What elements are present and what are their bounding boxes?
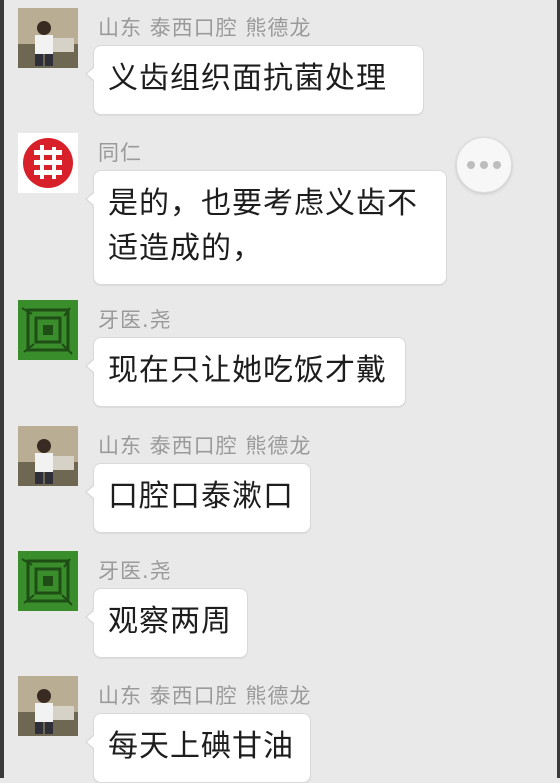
ellipsis-icon (467, 161, 475, 169)
avatar[interactable] (18, 133, 78, 193)
more-button[interactable] (456, 137, 512, 193)
message-bubble[interactable]: 是的，也要考虑义齿不 适造成的， (85, 170, 447, 285)
ellipsis-icon (480, 161, 488, 169)
avatar[interactable] (18, 300, 78, 360)
message-bubble[interactable]: 现在只让她吃饭才戴 (85, 337, 406, 407)
avatar[interactable] (18, 676, 78, 736)
message-bubble[interactable]: 口腔口泰漱口 (85, 463, 311, 533)
sender-name: 同仁 (98, 141, 142, 165)
message-bubble[interactable]: 义齿组织面抗菌处理 (85, 45, 424, 115)
sender-name: 山东 泰西口腔 熊德龙 (98, 684, 312, 708)
avatar[interactable] (18, 551, 78, 611)
message-bubble[interactable]: 观察两周 (85, 588, 248, 658)
sender-name: 牙医.尧 (98, 559, 172, 583)
avatar[interactable] (18, 8, 78, 68)
message-bubble[interactable]: 每天上碘甘油 (85, 713, 311, 783)
avatar[interactable] (18, 426, 78, 486)
sender-name: 山东 泰西口腔 熊德龙 (98, 434, 312, 458)
screen-edge-left (0, 0, 4, 778)
sender-name: 牙医.尧 (98, 308, 172, 332)
ellipsis-icon (493, 161, 501, 169)
sender-name: 山东 泰西口腔 熊德龙 (98, 16, 312, 40)
